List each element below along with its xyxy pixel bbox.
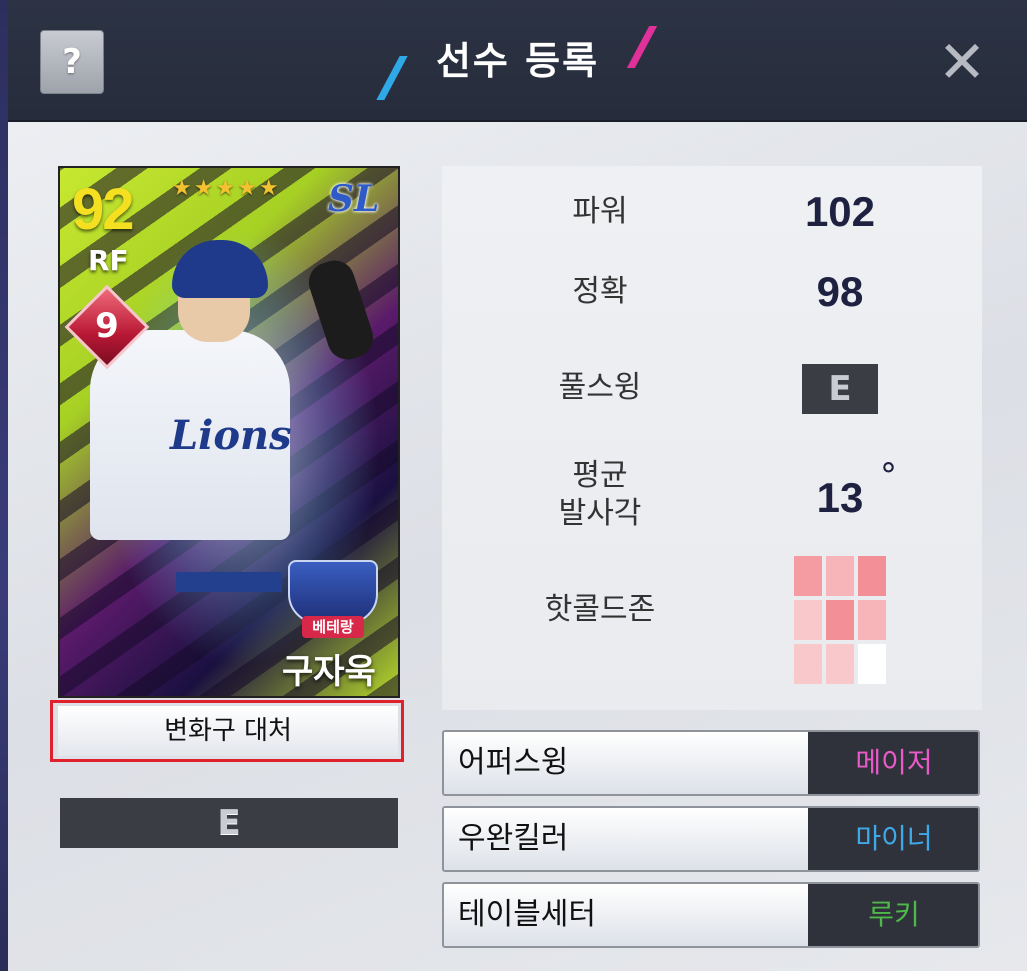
veteran-badge-label: 베테랑 <box>302 616 364 638</box>
trait-row[interactable]: 우완킬러 마이너 <box>442 806 980 872</box>
trait-name: 어퍼스윙 <box>444 732 808 794</box>
card-grade-bar: E <box>60 798 398 848</box>
hot-cold-zone-cell <box>794 556 822 596</box>
degree-symbol: ° <box>880 456 897 496</box>
shield-icon <box>288 560 378 624</box>
trait-level: 마이너 <box>808 808 978 870</box>
power-label: 파워 <box>572 194 628 229</box>
hot-cold-zone-cell <box>858 644 886 684</box>
hot-cold-zone-cell <box>826 600 854 640</box>
card-overall-rating: 92 <box>72 177 134 242</box>
launch-angle-label-line1: 평균 <box>572 458 628 493</box>
accuracy-label: 정확 <box>572 274 628 309</box>
full-swing-grade: E <box>802 364 878 414</box>
hot-cold-zone-cell <box>826 644 854 684</box>
trait-name: 테이블세터 <box>444 884 808 946</box>
trait-level: 메이저 <box>808 732 978 794</box>
card-player-name: 구자욱 <box>282 652 376 692</box>
trait-name: 우완킬러 <box>444 808 808 870</box>
hot-cold-zone-label: 핫콜드존 <box>544 592 656 627</box>
hot-cold-zone-cell <box>858 556 886 596</box>
enhance-grade-badge: 9 <box>64 284 150 370</box>
team-logo-icon: SL <box>328 178 380 220</box>
page-title: 선수 등록 <box>435 39 600 83</box>
player-belt <box>176 572 282 592</box>
veteran-badge: 베테랑 <box>282 560 384 646</box>
trait-level: 루키 <box>808 884 978 946</box>
full-swing-label: 풀스윙 <box>558 370 642 405</box>
hot-cold-zone-grid <box>794 556 886 684</box>
accuracy-value: 98 <box>816 268 864 315</box>
header-bar: ? 선수 등록 ✕ <box>8 0 1027 122</box>
trait-row[interactable]: 어퍼스윙 메이저 <box>442 730 980 796</box>
close-button[interactable]: ✕ <box>932 32 992 92</box>
hot-cold-zone-cell <box>794 600 822 640</box>
hot-cold-zone-cell <box>858 600 886 640</box>
launch-angle-label-line2: 발사각 <box>558 496 642 531</box>
card-position: RF <box>88 244 129 277</box>
power-value: 102 <box>804 188 876 235</box>
trait-row[interactable]: 테이블세터 루키 <box>442 882 980 948</box>
pitch-response-button[interactable]: 변화구 대처 <box>58 706 398 756</box>
hot-cold-zone-cell <box>826 556 854 596</box>
jersey-lettering: Lions <box>170 412 292 459</box>
card-star-rating: ★★★★★ <box>172 176 281 201</box>
enhance-grade-number: 9 <box>95 306 119 346</box>
hot-cold-zone-cell <box>794 644 822 684</box>
